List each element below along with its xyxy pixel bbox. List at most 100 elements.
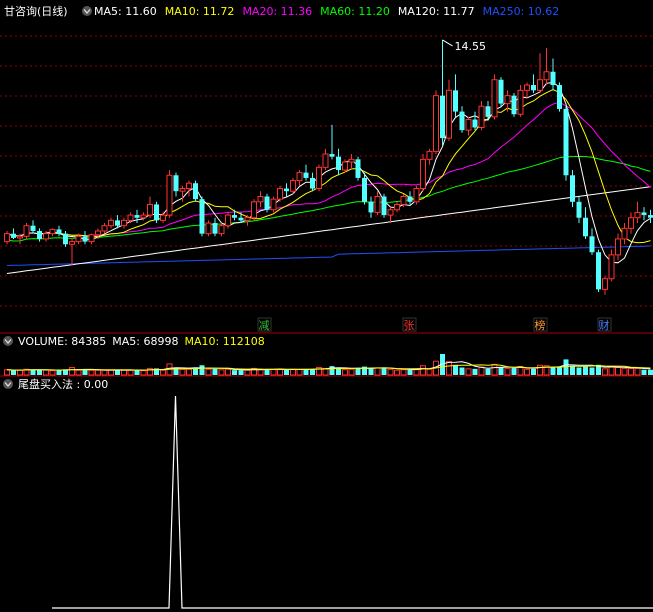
candle-body-up bbox=[342, 161, 348, 171]
candle-body-down bbox=[264, 196, 270, 210]
volume-bar-down bbox=[459, 367, 465, 375]
volume-toggle-icon[interactable] bbox=[3, 336, 13, 346]
candle-body-up bbox=[186, 182, 192, 190]
volume-bar-up bbox=[160, 369, 166, 376]
volume-bar-up bbox=[426, 368, 433, 376]
volume-bar-up bbox=[101, 369, 108, 376]
volume-bar-up bbox=[348, 368, 355, 376]
ma-label: MA5: 11.60 bbox=[94, 5, 157, 18]
volume-bar-up bbox=[608, 366, 615, 376]
volume-bar-up bbox=[504, 367, 511, 376]
volume-bar-down bbox=[589, 367, 595, 375]
candle-body-up bbox=[101, 225, 108, 232]
volume-bar-up bbox=[524, 368, 530, 376]
event-tag-label: 榜 bbox=[535, 318, 546, 332]
candle-body-down bbox=[440, 95, 445, 139]
volume-bar-down bbox=[641, 369, 647, 375]
candle-body-up bbox=[257, 196, 264, 203]
volume-bar-up bbox=[374, 367, 381, 376]
volume-bar-up bbox=[140, 370, 147, 376]
volume-bar-down bbox=[498, 367, 504, 375]
main-header: 甘咨询(日线) MA5: 11.60 MA10: 11.72 MA20: 11.36… bbox=[4, 4, 559, 18]
candle-body-down bbox=[336, 156, 341, 170]
volume-bar-up bbox=[342, 369, 348, 376]
candle-body-down bbox=[407, 196, 413, 202]
candle-body-up bbox=[147, 203, 153, 216]
candle-body-up bbox=[433, 95, 439, 152]
volume-bar-up bbox=[277, 368, 283, 376]
candle-body-up bbox=[296, 172, 303, 182]
volume-bar-down bbox=[82, 369, 88, 375]
candle-body-up bbox=[277, 188, 283, 200]
candle-body-down bbox=[362, 177, 367, 202]
volume-bar-up bbox=[17, 369, 23, 376]
volume-bar-down bbox=[37, 369, 42, 375]
event-tag-label: 财 bbox=[599, 318, 610, 332]
candle-body-up bbox=[244, 217, 251, 221]
candle-body-up bbox=[543, 71, 550, 81]
candle-body-down bbox=[284, 188, 289, 192]
candle-body-up bbox=[23, 225, 30, 237]
volume-bar-up bbox=[602, 368, 608, 376]
candle-body-up bbox=[446, 89, 452, 139]
volume-bar-up bbox=[296, 368, 303, 376]
volume-bar-up bbox=[420, 365, 426, 376]
candle-body-up bbox=[127, 214, 134, 221]
candle-body-down bbox=[82, 236, 88, 242]
candle-body-up bbox=[394, 203, 400, 211]
candle-body-up bbox=[160, 214, 166, 221]
volume-bar-down bbox=[199, 365, 205, 375]
candle-body-up bbox=[420, 158, 426, 190]
candle-body-up bbox=[205, 222, 212, 235]
ma-label: MA250: 10.62 bbox=[483, 5, 560, 18]
candle-body-down bbox=[238, 217, 244, 221]
ma10-line bbox=[6, 89, 651, 244]
candle-body-down bbox=[232, 215, 237, 218]
candle-body-down bbox=[193, 183, 198, 200]
stock-chart[interactable]: 甘咨询(日线) MA5: 11.60 MA10: 11.72 MA20: 11.36… bbox=[0, 0, 653, 612]
candle-body-down bbox=[37, 231, 42, 239]
candle-body-down bbox=[570, 175, 575, 202]
volume-bar-down bbox=[453, 364, 458, 375]
volume-bar-up bbox=[225, 368, 231, 376]
candle-body-up bbox=[121, 219, 127, 227]
volume-bar-up bbox=[270, 368, 277, 376]
candle-body-up bbox=[634, 211, 641, 219]
volume-bar-up bbox=[75, 369, 82, 376]
candle-body-down bbox=[310, 177, 315, 189]
candle-body-up bbox=[524, 84, 530, 91]
volume-bar-up bbox=[49, 370, 56, 376]
ma-label: MA60: 11.20 bbox=[320, 5, 390, 18]
candle-body-up bbox=[465, 119, 472, 131]
main-toggle-icon[interactable] bbox=[82, 6, 92, 16]
indicator-toggle-icon[interactable] bbox=[3, 379, 13, 389]
volume-bar-up bbox=[621, 367, 628, 376]
candle-body-down bbox=[199, 199, 205, 234]
candle-body-down bbox=[563, 108, 569, 176]
candle-body-up bbox=[4, 233, 10, 243]
candle-body-up bbox=[413, 188, 420, 203]
candle-body-down bbox=[368, 201, 374, 213]
volume-bar-down bbox=[368, 368, 374, 375]
volume-ma-label: MA10: 112108 bbox=[184, 335, 264, 348]
volume-bar-down bbox=[531, 368, 536, 375]
indicator-signal-path bbox=[52, 395, 653, 609]
volume-bar-up bbox=[186, 368, 192, 376]
candle-body-down bbox=[641, 212, 647, 216]
candle-body-up bbox=[75, 235, 82, 243]
candle-body-down bbox=[355, 159, 361, 178]
event-tags: 减张榜财 bbox=[257, 317, 612, 332]
volume-bar-down bbox=[550, 366, 556, 375]
candle-body-down bbox=[485, 106, 491, 117]
volume-header: VOLUME: 84385 MA5: 68998 MA10: 112108 bbox=[3, 335, 265, 348]
candle-body-up bbox=[387, 209, 394, 216]
volume-bar-down bbox=[56, 370, 62, 375]
volume-bar-up bbox=[244, 369, 251, 376]
candle-body-up bbox=[17, 235, 23, 239]
candle-body-down bbox=[453, 90, 458, 112]
moving-average-lines bbox=[6, 81, 651, 274]
candle-body-up bbox=[316, 166, 322, 190]
candle-body-up bbox=[290, 180, 296, 192]
candle-body-up bbox=[166, 174, 173, 216]
candle-body-down bbox=[11, 233, 16, 238]
